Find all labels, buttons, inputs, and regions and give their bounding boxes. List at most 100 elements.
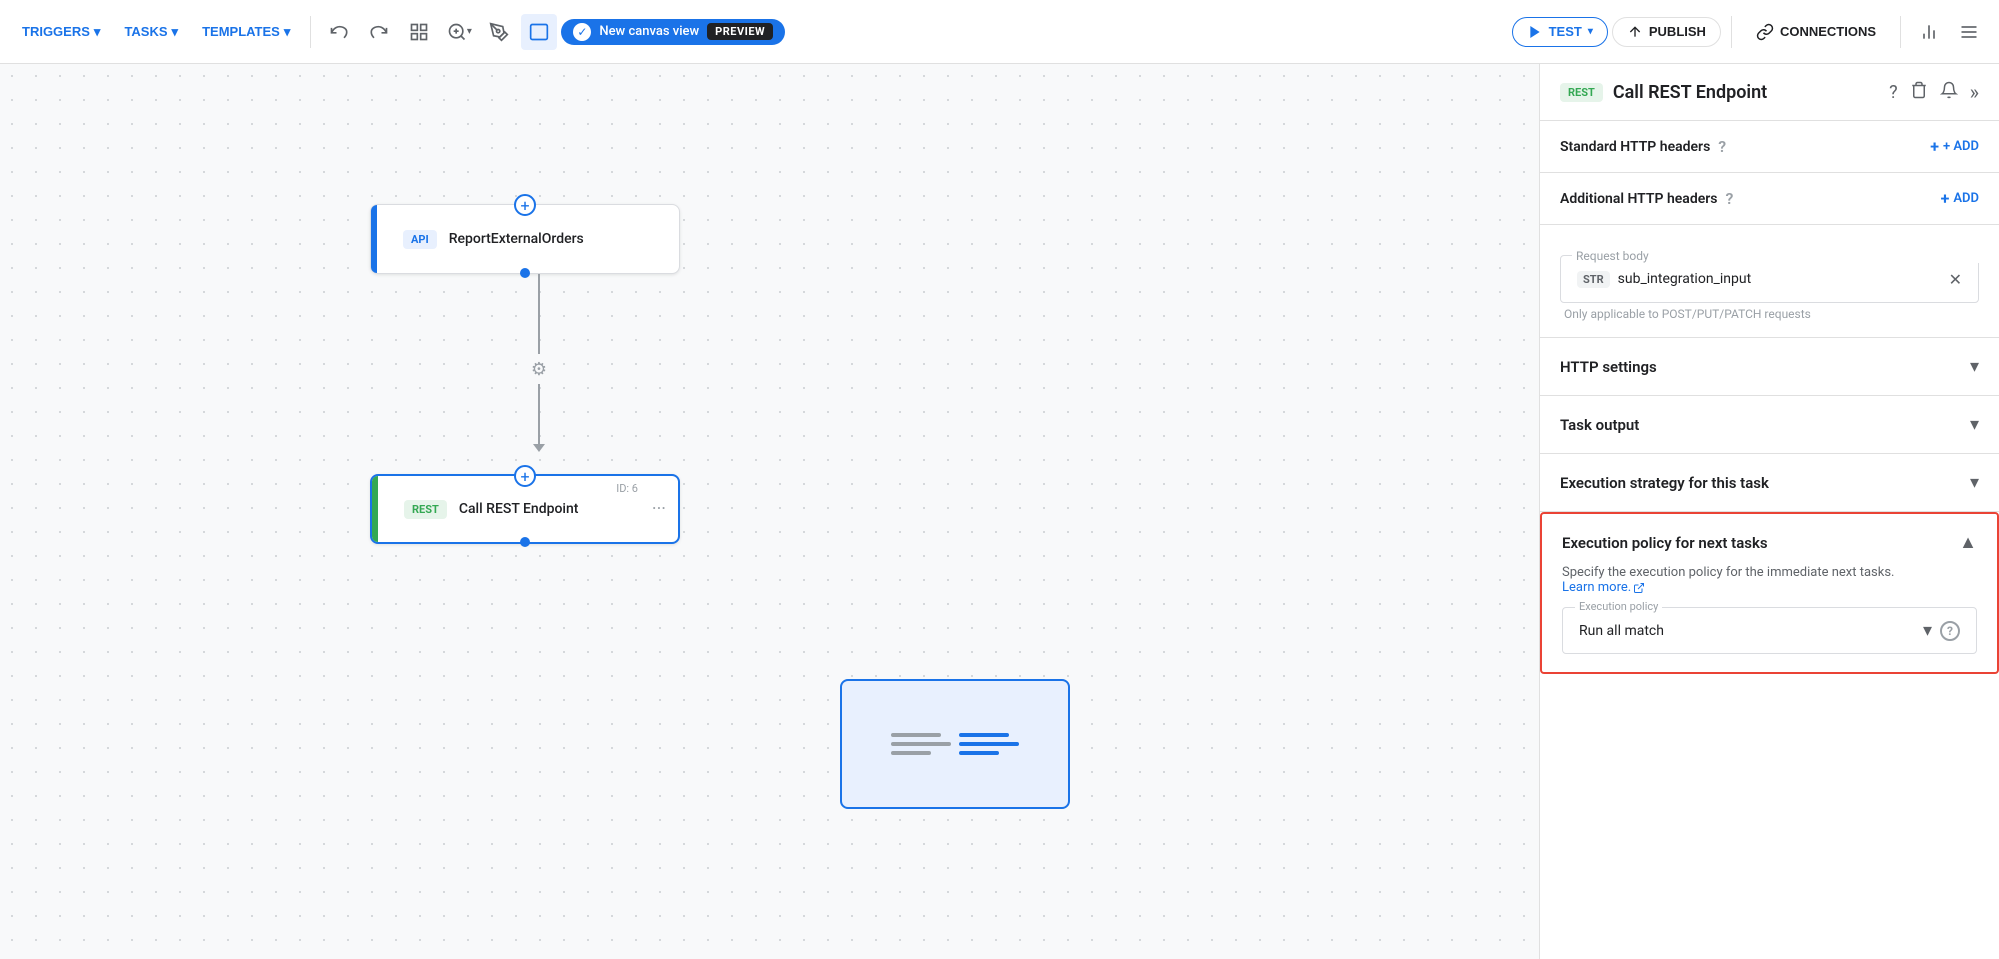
add-label-1: + ADD [1943,139,1979,154]
panel-header: REST Call REST Endpoint ? » [1540,64,1999,121]
triggers-label: TRIGGERS [22,24,90,39]
canvas-toggle-label: New canvas view [599,24,699,39]
standard-http-headers-section: Standard HTTP headers ? + + ADD [1540,121,1999,173]
help-icon[interactable]: ? [1889,82,1898,103]
execution-strategy-header[interactable]: Execution strategy for this task ▾ [1560,472,1979,493]
main-container: API ReportExternalOrders + ⚙ REST Call R… [0,64,1999,959]
zoom-chevron: ▾ [467,26,472,37]
execution-policy-title: Execution policy for next tasks [1562,534,1768,552]
connections-label: CONNECTIONS [1780,24,1876,39]
separator-2 [1731,16,1732,48]
execution-strategy-section: Execution strategy for this task ▾ [1540,454,1999,512]
pen-tool-button[interactable] [481,14,517,50]
lines-illustration-2 [959,733,1019,755]
connector-line-2 [538,384,540,444]
execution-policy-chevron-icon: ▲ [1959,532,1977,553]
notification-icon[interactable] [1940,81,1958,104]
add-label-2: ADD [1953,191,1979,206]
triggers-menu[interactable]: TRIGGERS ▾ [12,18,110,46]
templates-chevron-icon: ▾ [284,24,291,40]
line-3 [891,751,931,755]
grid-view-button[interactable] [401,14,437,50]
analytics-button[interactable] [1911,14,1947,50]
triggers-chevron-icon: ▾ [94,24,101,40]
standard-http-add-button[interactable]: + + ADD [1930,137,1979,156]
additional-http-add-button[interactable]: + ADD [1941,189,1979,208]
templates-menu[interactable]: TEMPLATES ▾ [192,18,300,46]
line-b-3 [959,751,999,755]
zoom-button[interactable]: ▾ [441,14,477,50]
test-label: TEST [1549,24,1582,39]
remove-request-body-button[interactable]: ✕ [1949,270,1962,289]
execution-policy-value: Run all match [1579,623,1664,639]
rest-node[interactable]: REST Call REST Endpoint ID: 6 + ··· [370,474,680,544]
arrow-down-icon [533,444,545,452]
line-b-1 [959,733,1009,737]
toggle-check-icon: ✓ [573,23,591,41]
node-id: ID: 6 [616,482,638,495]
execution-policy-field[interactable]: Execution policy Run all match ▾ ? [1562,607,1977,654]
tasks-chevron-icon: ▾ [172,24,179,40]
task-output-chevron-icon: ▾ [1970,414,1979,435]
request-body-hint: Only applicable to POST/PUT/PATCH reques… [1560,307,1979,321]
request-body-label: Request body [1572,249,1991,263]
execution-strategy-label: Execution strategy for this task [1560,474,1769,492]
preview-badge: PREVIEW [707,23,773,40]
panel-title: Call REST Endpoint [1613,82,1879,103]
undo-button[interactable] [321,14,357,50]
templates-label: TEMPLATES [202,24,280,39]
learn-more-link[interactable]: Learn more. [1562,580,1645,595]
execution-policy-desc: Specify the execution policy for the imm… [1562,565,1977,595]
connector: ⚙ [524,274,554,452]
connections-button[interactable]: CONNECTIONS [1742,17,1890,47]
top-navigation: TRIGGERS ▾ TASKS ▾ TEMPLATES ▾ ▾ ✓ New c… [0,0,1999,64]
additional-http-headers-section: Additional HTTP headers ? + ADD [1540,173,1999,225]
api-badge: API [403,230,437,249]
tasks-menu[interactable]: TASKS ▾ [114,18,188,46]
publish-label: PUBLISH [1649,24,1706,39]
task-output-header[interactable]: Task output ▾ [1560,414,1979,435]
collapse-icon[interactable]: » [1970,80,1979,104]
http-settings-chevron-icon: ▾ [1970,356,1979,377]
line-1 [891,733,941,737]
task-output-label: Task output [1560,416,1639,434]
execution-policy-dropdown-icon[interactable]: ▾ [1923,620,1932,641]
menu-button[interactable] [1951,14,1987,50]
additional-http-headers-label: Additional HTTP headers ? [1560,189,1733,208]
http-settings-section: HTTP settings ▾ [1540,338,1999,396]
additional-http-help-icon[interactable]: ? [1725,189,1733,208]
delete-icon[interactable] [1910,81,1928,104]
additional-http-headers-row[interactable]: Additional HTTP headers ? + ADD [1560,189,1979,208]
rest-node-menu[interactable]: ··· [652,499,666,520]
separator-3 [1900,16,1901,48]
panel-rest-badge: REST [1560,83,1603,102]
api-node-add-top[interactable]: + [514,194,536,216]
standard-http-headers-label: Standard HTTP headers ? [1560,137,1726,156]
canvas-toggle[interactable]: ✓ New canvas view PREVIEW [561,19,785,45]
test-button[interactable]: TEST ▾ [1512,17,1608,47]
line-b-2 [959,742,1019,746]
rest-badge: REST [404,500,447,519]
execution-policy-help-icon[interactable]: ? [1940,621,1960,641]
api-node[interactable]: API ReportExternalOrders + [370,204,680,274]
standard-http-help-icon[interactable]: ? [1718,137,1726,156]
publish-button[interactable]: PUBLISH [1612,17,1721,47]
line-2 [891,742,951,746]
api-node-label: ReportExternalOrders [449,231,584,247]
redo-button[interactable] [361,14,397,50]
panel-header-icons: ? » [1889,80,1979,104]
separator-1 [310,16,311,48]
execution-policy-header[interactable]: Execution policy for next tasks ▲ [1562,532,1977,553]
bottom-box[interactable] [840,679,1070,809]
rest-node-bar [372,476,378,542]
rest-node-add-top[interactable]: + [514,465,536,487]
http-settings-header[interactable]: HTTP settings ▾ [1560,356,1979,377]
canvas-view-button[interactable] [521,14,557,50]
standard-http-headers-row[interactable]: Standard HTTP headers ? + + ADD [1560,137,1979,156]
gear-icon[interactable]: ⚙ [524,354,554,384]
execution-policy-field-label: Execution policy [1575,600,1662,613]
workflow-canvas[interactable]: API ReportExternalOrders + ⚙ REST Call R… [0,64,1539,959]
test-chevron-icon: ▾ [1588,26,1593,37]
rest-node-label: Call REST Endpoint [459,501,579,517]
rest-node-connector-bottom [520,537,530,547]
